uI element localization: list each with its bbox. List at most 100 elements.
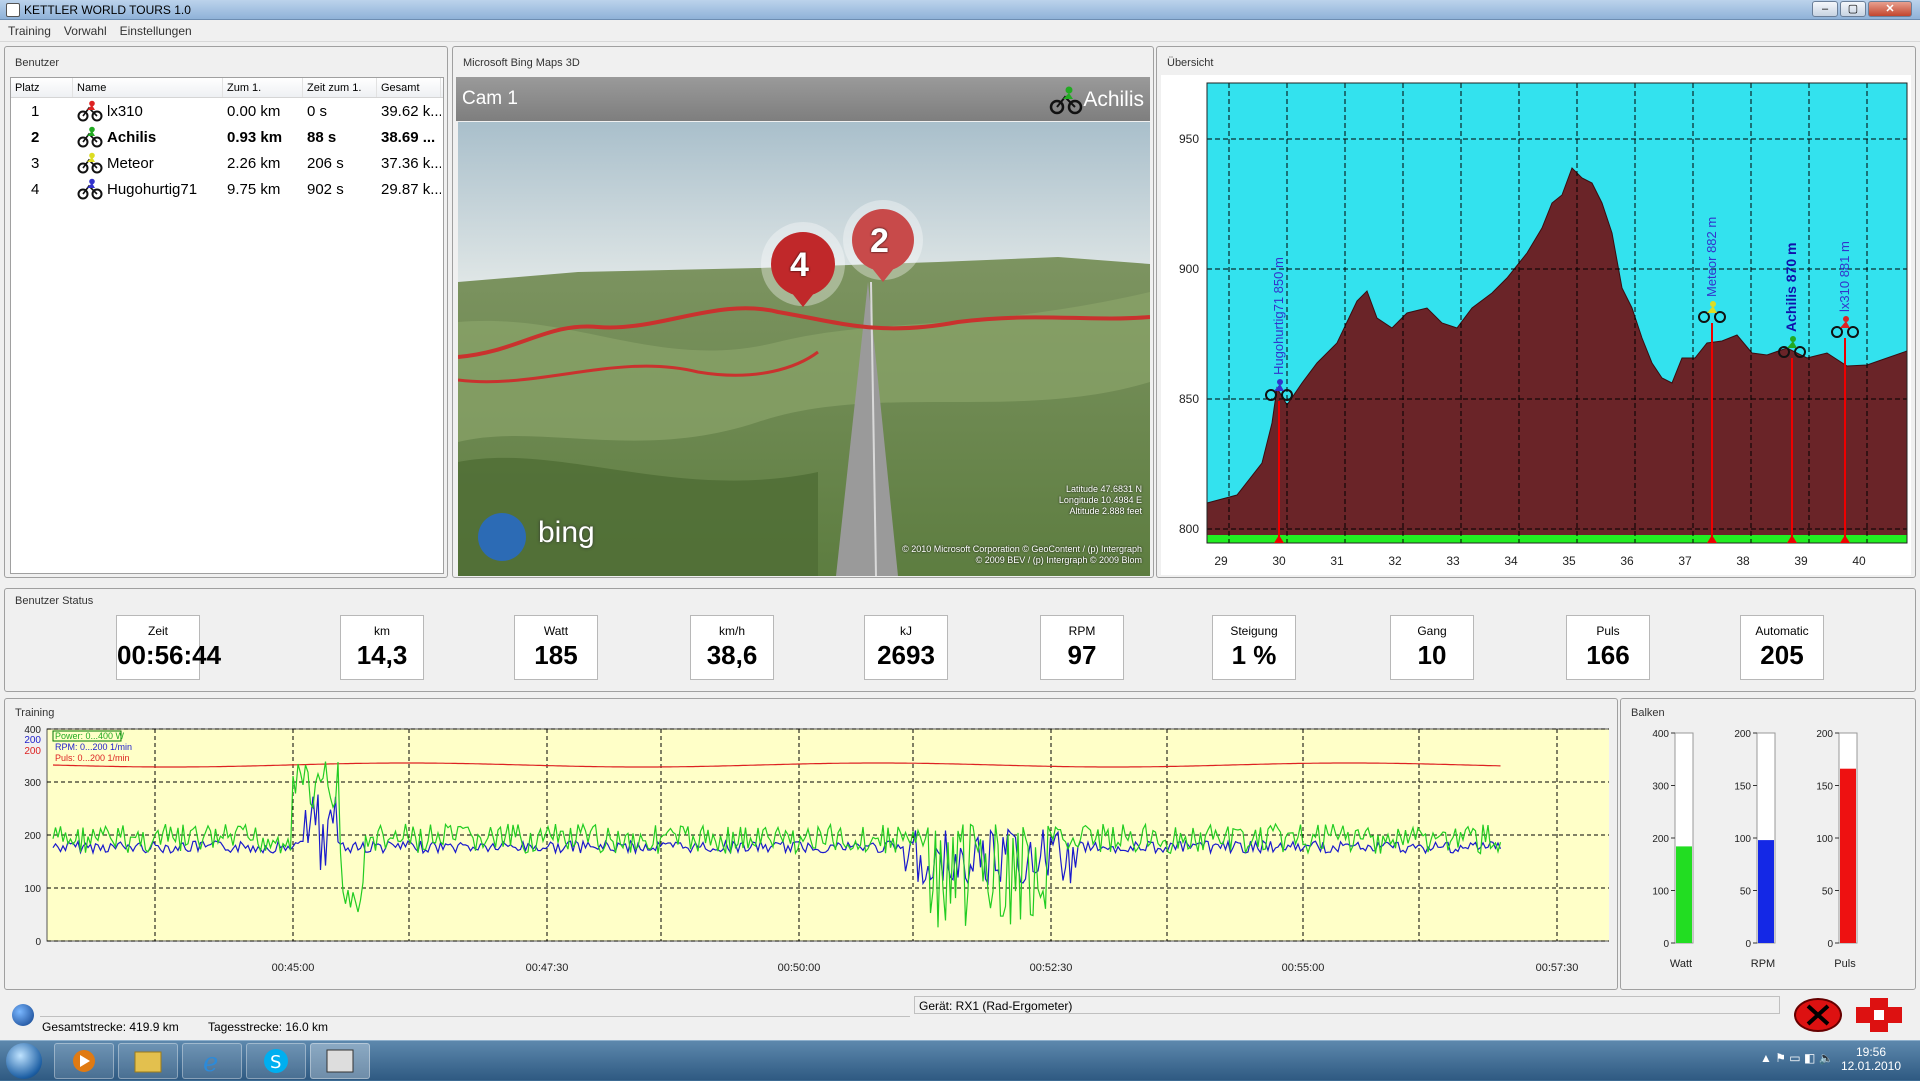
close-button[interactable]: ✕ xyxy=(1868,1,1912,17)
total-cell: 29.87 k... xyxy=(381,180,441,198)
copyright-line-2: © 2009 BEV / (p) Intergraph © 2009 Blom xyxy=(975,555,1142,565)
status-value: 14,3 xyxy=(356,640,408,670)
status-label: kJ xyxy=(900,624,912,638)
status-value: 166 xyxy=(1586,640,1630,670)
bar-tick-label: 0 xyxy=(1827,939,1833,950)
training-chart[interactable]: 400300200100020020000:45:00 00:47:30 00:50… xyxy=(9,723,1609,989)
clock-time: 19:56 xyxy=(1855,1045,1887,1059)
bar-fill-puls xyxy=(1840,768,1856,943)
map-panel-title: Microsoft Bing Maps 3D xyxy=(463,57,580,69)
bars-chart: 4003002001000Watt200150100500RPM20015010… xyxy=(1652,729,1858,970)
internet-explorer-icon[interactable]: e xyxy=(182,1043,242,1079)
distance-cell: 0.93 km xyxy=(227,128,283,146)
status-value: 38,6 xyxy=(706,640,758,670)
rider-label: lx310 881 m xyxy=(1837,241,1852,312)
start-button[interactable] xyxy=(6,1043,42,1079)
status-label: Gang xyxy=(1417,624,1447,638)
marker-4-label: 4 xyxy=(790,246,809,284)
app-window: KETTLER WORLD TOURS 1.0 – ▢ ✕ Training Vo… xyxy=(0,0,1920,1040)
bar-tick-label: 100 xyxy=(1652,887,1669,898)
status-automatic-box: Automatic 205 xyxy=(1740,615,1824,680)
x-tick: 32 xyxy=(1388,554,1402,568)
explorer-icon[interactable] xyxy=(118,1043,178,1079)
menu-einstellungen[interactable]: Einstellungen xyxy=(112,20,197,38)
status-kmh-box: km/h 38,6 xyxy=(690,615,774,680)
device-info: Gerät: RX1 (Rad-Ergometer) xyxy=(914,996,1780,1014)
bar-tick-label: 100 xyxy=(1734,834,1751,845)
bar-tick-label: 300 xyxy=(1652,782,1669,793)
status-value: 205 xyxy=(1760,640,1804,670)
menu-training[interactable]: Training xyxy=(0,20,56,38)
skype-icon[interactable]: S xyxy=(246,1043,306,1079)
header-name[interactable]: Name xyxy=(73,78,223,97)
x-tick: 00:52:30 xyxy=(1030,962,1073,974)
header-gesamt[interactable]: Gesamt xyxy=(377,78,441,97)
bar-label: Puls xyxy=(1834,958,1856,970)
x-tick: 40 xyxy=(1852,554,1866,568)
y-tick: 800 xyxy=(1179,522,1199,536)
health-cross-icon[interactable] xyxy=(1852,998,1906,1032)
bar-tick-label: 400 xyxy=(1652,729,1669,740)
x-tick: 36 xyxy=(1620,554,1634,568)
bar-tick-label: 200 xyxy=(1652,834,1669,845)
bar-tick-label: 100 xyxy=(1816,834,1833,845)
total-cell: 38.69 ... xyxy=(381,128,436,146)
bing-logo: bing xyxy=(538,516,595,549)
rank-cell: 3 xyxy=(31,154,40,172)
media-player-icon[interactable] xyxy=(54,1043,114,1079)
y-tick-rpm: 200 xyxy=(24,735,41,746)
legend-rpm: RPM: 0...200 1/min xyxy=(55,742,132,752)
table-row[interactable]: 4 Hugohurtig71 9.75 km 902 s 29.87 k... xyxy=(11,176,443,202)
rank-cell: 1 xyxy=(31,102,40,120)
header-platz[interactable]: Platz xyxy=(11,78,73,97)
menu-bar: Training Vorwahl Einstellungen xyxy=(0,20,1920,42)
distance-cell: 2.26 km xyxy=(227,154,281,172)
bar-tick-label: 0 xyxy=(1745,939,1751,950)
menu-vorwahl[interactable]: Vorwahl xyxy=(56,20,112,38)
x-tick: 00:57:30 xyxy=(1536,962,1579,974)
x-tick: 34 xyxy=(1504,554,1518,568)
maximize-button[interactable]: ▢ xyxy=(1840,1,1866,17)
legend-power: Power: 0...400 W xyxy=(55,731,125,741)
table-row[interactable]: 2 Achilis 0.93 km 88 s 38.69 ... xyxy=(11,124,443,150)
status-bar: Gesamtstrecke: 419.9 km Tagesstrecke: 16… xyxy=(0,994,1920,1040)
clock[interactable]: 19:56 12.01.2010 xyxy=(1836,1045,1906,1073)
legend-puls: Puls: 0...200 1/min xyxy=(55,753,130,763)
camera-label[interactable]: Cam 1 xyxy=(462,88,518,110)
rank-cell: 2 xyxy=(31,128,40,146)
table-row[interactable]: 1 lx310 0.00 km 0 s 39.62 k... xyxy=(11,98,443,124)
training-panel-title: Training xyxy=(15,707,55,719)
status-label: Zeit xyxy=(147,624,168,638)
tray-icons[interactable]: ▲ ⚑ ▭ ◧ 🔈 xyxy=(1760,1051,1834,1065)
globe-icon[interactable] xyxy=(12,1004,34,1026)
rider-label: Achilis 870 m xyxy=(1783,243,1799,333)
cyclist-icon xyxy=(77,178,103,200)
distance-cell: 9.75 km xyxy=(227,180,281,198)
bars-panel: Balken 400 300 200 100 0 Watt 200 150 100 50 0 RPM 2… xyxy=(1620,698,1916,990)
disconnect-icon[interactable] xyxy=(1794,998,1842,1032)
app-icon xyxy=(6,3,20,17)
cyclist-icon xyxy=(77,100,103,122)
clock-date: 12.01.2010 xyxy=(1840,1059,1902,1073)
users-panel: Benutzer Platz Name Zum 1. Zeit zum 1. G… xyxy=(4,46,448,578)
elevation-profile-chart[interactable]: 950 900 850 800 29 30 31 32 33 34 35 36 37 38 39 40 Hugo… xyxy=(1161,75,1911,575)
status-divider xyxy=(40,1016,910,1034)
header-zum1[interactable]: Zum 1. xyxy=(223,78,303,97)
time-cell: 206 s xyxy=(307,154,344,172)
map-copyright: © 2010 Microsoft Corporation © GeoConten… xyxy=(902,544,1142,566)
status-value: 1 % xyxy=(1231,640,1277,670)
users-table[interactable]: Platz Name Zum 1. Zeit zum 1. Gesamt 1 l… xyxy=(10,77,444,574)
bar-tick-label: 150 xyxy=(1734,782,1751,793)
map-3d-view[interactable]: 4 2 bing Latitude 47.6831 N Longitude 10… xyxy=(458,122,1150,576)
name-cell: Hugohurtig71 xyxy=(73,178,223,200)
status-value: 185 xyxy=(534,640,578,670)
header-zeit[interactable]: Zeit zum 1. xyxy=(303,78,377,97)
kettler-app-icon[interactable] xyxy=(310,1043,370,1079)
x-tick: 00:45:00 xyxy=(272,962,315,974)
table-row[interactable]: 3 Meteor 2.26 km 206 s 37.36 k... xyxy=(11,150,443,176)
title-bar[interactable]: KETTLER WORLD TOURS 1.0 – ▢ ✕ xyxy=(0,0,1920,20)
minimize-button[interactable]: – xyxy=(1812,1,1838,17)
status-value: 00:56:44 xyxy=(117,640,222,670)
copyright-line-1: © 2010 Microsoft Corporation © GeoConten… xyxy=(902,544,1142,554)
bar-tick-label: 50 xyxy=(1822,887,1834,898)
